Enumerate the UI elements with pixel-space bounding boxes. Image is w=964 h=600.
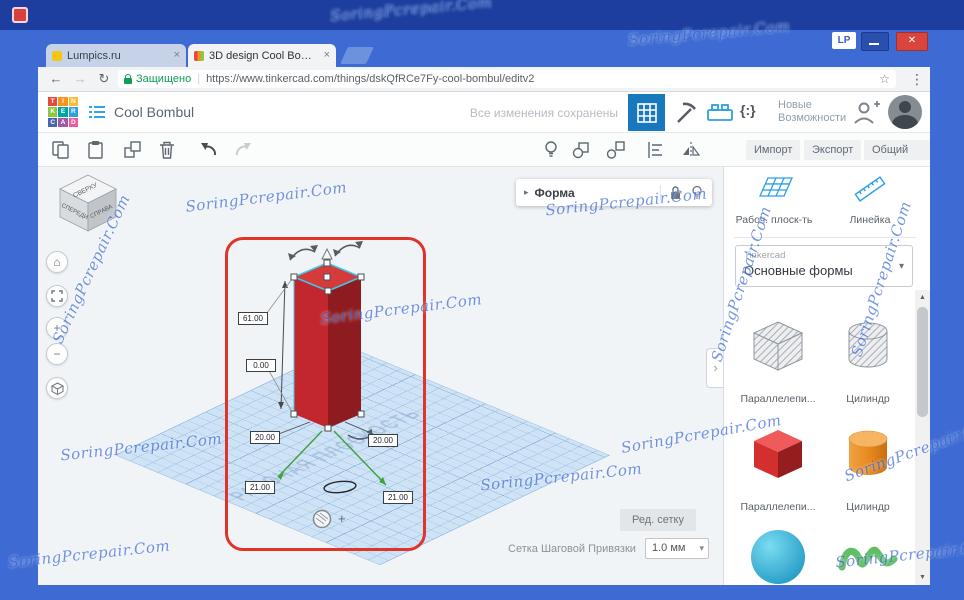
duplicate-icon[interactable] (122, 139, 144, 161)
shape-box-transparent[interactable]: Параллелепи... (736, 312, 820, 405)
url-text: https://www.tinkercad.com/things/dskQfRC… (206, 73, 535, 85)
tab-label: 3D design Cool Bombul (209, 49, 319, 62)
shape-category-dropdown[interactable]: Tinkercad Основные формы ▾ (735, 245, 913, 287)
perspective-cube-icon (50, 381, 64, 395)
home-view-button[interactable]: ⌂ (46, 251, 68, 273)
cylinder-striped-icon (848, 322, 888, 368)
box-striped-icon (752, 321, 804, 371)
panel-collapse-handle[interactable]: › (706, 348, 723, 388)
expand-icon[interactable]: ▸ (524, 187, 529, 198)
browser-tab-strip: Lumpics.ru × 3D design Cool Bombul × (38, 44, 930, 67)
import-button[interactable]: Импорт (746, 140, 801, 160)
avatar[interactable] (888, 95, 922, 129)
workplane-icon (759, 177, 793, 197)
os-title-bar (0, 0, 964, 30)
view-cube[interactable]: СВЕРХУ СПЕРЕДИ СПРАВА (56, 171, 120, 235)
fit-icon (51, 290, 63, 302)
browser-toolbar: ← → ↻ Защищено | https://www.tinkercad.c… (38, 67, 930, 92)
undo-icon[interactable] (198, 139, 220, 161)
reload-button[interactable]: ↻ (94, 70, 114, 88)
os-app-icon (12, 7, 28, 23)
tab-close-icon[interactable]: × (324, 50, 330, 61)
ruler-tool[interactable]: Линейка (828, 175, 912, 226)
favicon-tinkercad (194, 50, 204, 61)
address-bar[interactable]: Защищено | https://www.tinkercad.com/thi… (118, 70, 896, 88)
divider (734, 237, 916, 238)
share-button[interactable]: Общий до... (864, 140, 930, 176)
tab-label: Lumpics.ru (67, 49, 121, 62)
copy-icon[interactable] (50, 139, 72, 161)
delete-icon[interactable] (156, 139, 178, 161)
divider (660, 184, 661, 201)
pickaxe-icon[interactable] (674, 101, 698, 125)
tinkercad-logo[interactable]: TIN KER CAD (48, 97, 78, 127)
export-button[interactable]: Экспорт (804, 140, 862, 160)
document-title[interactable]: Cool Bombul (114, 104, 194, 120)
zoom-in-button[interactable]: + (46, 317, 68, 339)
ruler-icon (854, 176, 886, 202)
browser-menu-icon[interactable]: ⋮ (910, 71, 924, 88)
shape-panel-title: Форма (534, 185, 575, 200)
mirror-icon[interactable] (680, 139, 702, 161)
editor-toolbar: Импорт Экспорт Общий до... (38, 133, 930, 176)
scribble-green-icon (838, 546, 898, 571)
snap-grid-label: Сетка Шаговой Привязки (508, 543, 636, 555)
favicon-lumpics (52, 50, 62, 61)
tab-lumpics[interactable]: Lumpics.ru × (46, 44, 186, 67)
security-label: Защищено (136, 73, 192, 85)
shape-cylinder-orange[interactable]: Цилиндр (826, 420, 910, 513)
workplane-tool[interactable]: Рабоч. плоск-ть (732, 175, 816, 226)
tinkercad-header: TIN KER CAD Cool Bombul Все изменения со… (38, 92, 930, 133)
tab-tinkercad[interactable]: 3D design Cool Bombul × (188, 44, 336, 67)
add-user-icon[interactable] (852, 100, 880, 125)
tab-close-icon[interactable]: × (174, 50, 180, 61)
shape-sphere-blue[interactable] (736, 525, 820, 585)
shape-box-red[interactable]: Параллелепи... (736, 420, 820, 513)
new-tab-button[interactable] (340, 47, 374, 64)
grid-icon (636, 102, 657, 123)
chevron-down-icon: ▾ (699, 543, 704, 553)
sphere-blue-icon (751, 530, 805, 584)
edit-grid-button[interactable]: Ред. сетку (620, 509, 696, 531)
dashboard-grid-button[interactable] (628, 94, 665, 131)
chevron-down-icon: ▾ (898, 261, 904, 272)
snap-grid-select[interactable]: 1.0 мм ▾ (645, 538, 709, 559)
shape-scribble-green[interactable] (826, 525, 910, 585)
scroll-up-icon[interactable]: ▲ (915, 290, 930, 305)
brick-icon[interactable] (706, 103, 734, 122)
scroll-down-icon[interactable]: ▼ (915, 570, 930, 585)
shapes-sidebar: Рабоч. плоск-ть Линейка Tinkercad Основн… (723, 167, 930, 585)
scroll-thumb[interactable] (917, 307, 928, 417)
paste-icon[interactable] (85, 139, 107, 161)
shape-inspector-panel[interactable]: ▸ Форма (516, 179, 712, 206)
bookmark-star-icon[interactable]: ☆ (879, 72, 890, 86)
save-status: Все изменения сохранены (469, 106, 618, 120)
light-bulb-icon[interactable] (540, 139, 562, 161)
cylinder-orange-icon (848, 430, 888, 475)
list-icon[interactable] (88, 105, 106, 119)
lock-icon (124, 74, 132, 84)
zoom-out-button[interactable]: − (46, 343, 68, 365)
visibility-bulb-icon[interactable] (690, 185, 704, 200)
back-button[interactable]: ← (46, 70, 66, 88)
ungroup-icon[interactable] (605, 139, 627, 161)
group-icon[interactable] (570, 139, 592, 161)
fit-view-button[interactable] (46, 285, 68, 307)
annotation-highlight (225, 237, 426, 551)
code-icon[interactable]: {:} (740, 102, 756, 118)
perspective-button[interactable] (46, 377, 68, 399)
new-features-link[interactable]: Новые Возможности (778, 99, 846, 125)
shape-cylinder-transparent[interactable]: Цилиндр (826, 312, 910, 405)
divider: | (197, 73, 201, 85)
sidebar-scrollbar[interactable]: ▲ ▼ (915, 290, 930, 585)
box-red-icon (754, 430, 802, 478)
redo-icon[interactable] (232, 139, 254, 161)
viewport-3d[interactable]: РАБОЧАЯ ПЛОСКОСТЬ СВЕРХУ СПЕРЕДИ СПРАВА … (38, 167, 723, 585)
desktop: LP ✕ Lumpics.ru × 3D design Cool Bombul … (0, 0, 964, 600)
forward-button[interactable]: → (70, 70, 90, 88)
align-icon[interactable] (645, 139, 667, 161)
lock-icon[interactable] (669, 185, 682, 200)
